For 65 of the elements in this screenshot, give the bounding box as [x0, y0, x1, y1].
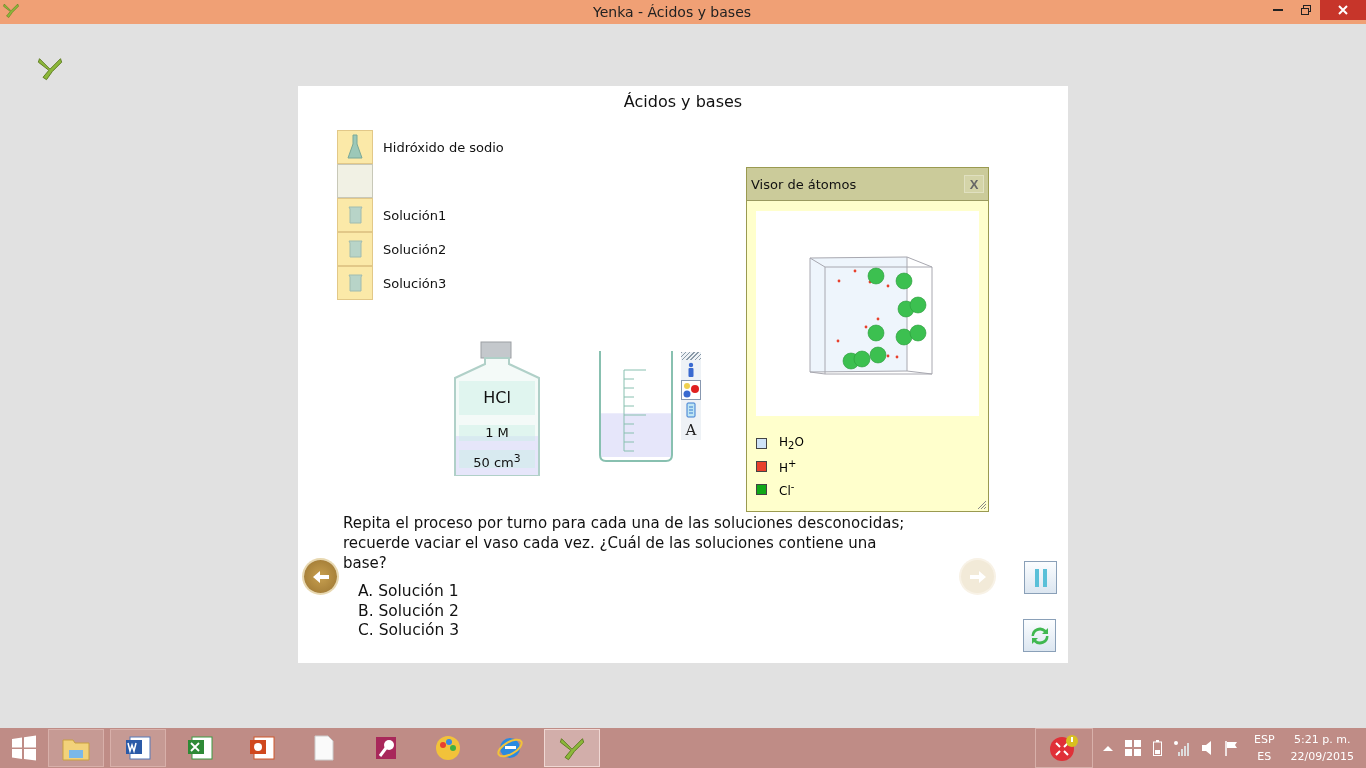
clock-time[interactable]: 5:21 p. m.	[1294, 731, 1351, 748]
beaker-drawing[interactable]	[599, 350, 673, 462]
refresh-button[interactable]	[1023, 619, 1056, 652]
close-icon	[1338, 5, 1348, 15]
word-document-icon[interactable]	[124, 734, 152, 762]
chemical-slot[interactable]	[337, 232, 373, 266]
answer-option: A. Solución 1	[358, 582, 460, 602]
bottle-label: HCl	[459, 381, 535, 415]
spreadsheet-icon[interactable]	[186, 734, 214, 762]
chemical-label: Hidróxido de sodio	[383, 139, 504, 155]
pause-icon	[1033, 567, 1048, 588]
chemical-slot[interactable]	[337, 266, 373, 300]
pause-button[interactable]	[1024, 561, 1057, 594]
chemical-label: Solución1	[383, 207, 447, 223]
keyboard-layout-label[interactable]: ES	[1257, 748, 1272, 765]
cylinder-icon	[685, 402, 697, 418]
windows-start-icon[interactable]	[11, 735, 37, 761]
chemical-slot[interactable]	[337, 130, 373, 164]
legend-label: Cl$^{-}$	[779, 481, 795, 498]
taskbar-app-button[interactable]	[544, 729, 600, 767]
right-arrow-icon	[968, 569, 987, 584]
signal-icon[interactable]	[1174, 740, 1190, 756]
back-button[interactable]	[304, 560, 337, 593]
beaker-icon	[347, 205, 363, 225]
blank-document-icon[interactable]	[312, 734, 336, 762]
close-button[interactable]: X	[964, 175, 984, 193]
taskbar-app-button[interactable]	[110, 729, 166, 767]
chemical-slot[interactable]	[337, 198, 373, 232]
battery-icon[interactable]	[1153, 740, 1162, 756]
answer-option: C. Solución 3	[358, 621, 460, 641]
refresh-icon	[1029, 625, 1050, 646]
input-language-label[interactable]: ESP	[1254, 731, 1275, 748]
panel-title: Visor de átomos	[751, 176, 857, 192]
left-arrow-icon	[311, 569, 330, 584]
restore-icon	[1301, 5, 1311, 15]
volume-label: 50 cm$^{3}$	[459, 450, 535, 468]
yenka-logo-icon	[2, 1, 20, 19]
chemical-label: Solución3	[383, 275, 447, 291]
speaker-icon[interactable]	[1202, 740, 1212, 756]
legend-label: H$_{2}$O	[779, 435, 804, 452]
clock-date[interactable]: 22/09/2015	[1290, 748, 1354, 765]
windows-icon[interactable]	[1125, 740, 1141, 756]
window-title: Yenka - Ácidos y bases	[591, 4, 753, 20]
minimize-icon	[1273, 9, 1283, 11]
alert-badge-icon[interactable]	[1048, 733, 1080, 763]
flask-icon	[347, 134, 363, 160]
chemical-label: Solución2	[383, 241, 447, 257]
answer-option: B. Solución 2	[358, 601, 460, 621]
beaker-icon	[347, 239, 363, 259]
bottle-drawing[interactable]	[454, 341, 540, 476]
flag-icon[interactable]	[1224, 740, 1240, 756]
close-button[interactable]	[1320, 0, 1366, 20]
question-text: Repita el proceso por turno para cada una de las soluciones desconocidas; recuerde vaciar el vaso cada vez. ¿Cuál de las soluciones contiene una base?	[343, 513, 906, 573]
toolbar-grip[interactable]	[681, 352, 701, 360]
empty-shelf-slot[interactable]	[337, 164, 373, 198]
presentation-icon[interactable]	[248, 734, 276, 762]
legend-label: H$^{+}$	[779, 458, 797, 475]
palette-icon[interactable]	[434, 734, 462, 762]
resize-grip-icon[interactable]	[977, 500, 987, 510]
concentration-label: 1 M	[459, 425, 535, 441]
page-title: Ácidos y bases	[622, 92, 744, 111]
molecule-icon	[682, 382, 700, 398]
beaker-icon	[347, 273, 363, 293]
atoms-tool-button[interactable]	[681, 380, 701, 400]
up-caret-icon[interactable]	[1103, 745, 1113, 751]
